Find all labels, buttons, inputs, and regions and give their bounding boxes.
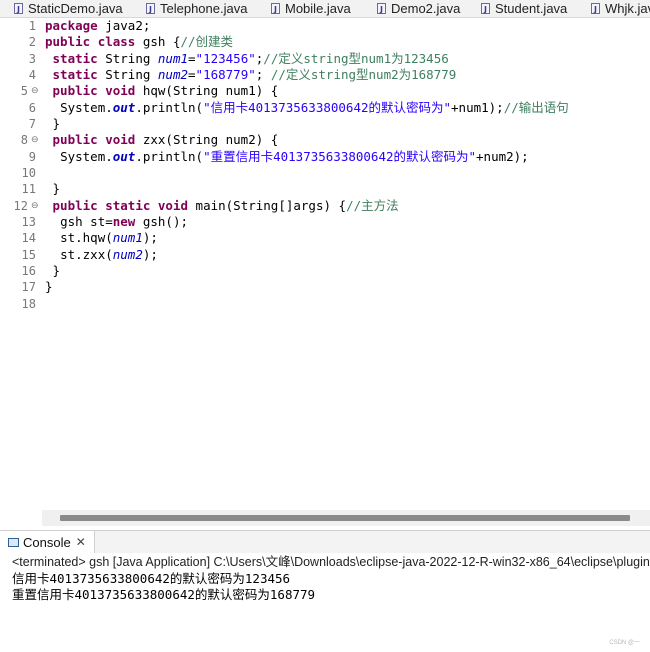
code-line: }	[52, 181, 61, 196]
line-number: 4	[28, 68, 36, 82]
code-line: public void hqw(String num1) {	[52, 83, 279, 98]
fold-collapse-icon[interactable]: ⊖	[31, 83, 39, 99]
console-panel-header: Console ✕	[0, 530, 650, 554]
editor-tab-bar: J StaticDemo.java J Telephone.java J Mobile…	[0, 0, 650, 18]
code-text-area[interactable]: package java2; public class gsh {//创建类 s…	[45, 18, 650, 526]
console-output-line: 重置信用卡4013735633800642的默认密码为168779	[12, 587, 316, 602]
fold-collapse-icon[interactable]: ⊖	[31, 132, 39, 148]
tab-student[interactable]: J Student.java	[481, 0, 567, 17]
tab-telephone[interactable]: J Telephone.java	[146, 0, 247, 17]
code-line: public static void main(String[]args) {/…	[52, 198, 399, 213]
line-number-gutter: 1 2 3 4 5 ⊖ 6 7 8 ⊖ 9 10 11 12 ⊖ 13 14 1…	[0, 18, 42, 526]
code-line: gsh st=new gsh();	[60, 214, 189, 229]
fold-collapse-icon[interactable]: ⊖	[31, 198, 39, 214]
java-file-icon: J	[591, 3, 600, 14]
tab-console[interactable]: Console ✕	[0, 531, 95, 553]
line-number: 17	[21, 280, 36, 294]
line-number: 11	[21, 182, 36, 196]
java-file-icon: J	[377, 3, 386, 14]
line-number: 18	[21, 297, 36, 311]
console-output[interactable]: <terminated> gsh [Java Application] C:\U…	[0, 553, 650, 652]
code-line: System.out.println("重置信用卡401373563380064…	[60, 149, 529, 164]
line-number: 15	[21, 248, 36, 262]
java-file-icon: J	[481, 3, 490, 14]
code-editor[interactable]: 1 2 3 4 5 ⊖ 6 7 8 ⊖ 9 10 11 12 ⊖ 13 14 1…	[0, 18, 650, 526]
tab-mobile[interactable]: J Mobile.java	[271, 0, 351, 17]
close-icon[interactable]: ✕	[76, 535, 86, 549]
line-number: 8	[20, 133, 28, 147]
code-line: static String num2="168779"; //定义string型…	[52, 67, 457, 82]
line-number: 10	[21, 166, 36, 180]
tab-staticdemo[interactable]: J StaticDemo.java	[14, 0, 123, 17]
code-line: }	[52, 263, 61, 278]
terminated-status: <terminated> gsh [Java Application] C:\U…	[12, 555, 650, 569]
code-line: st.zxx(num2);	[60, 247, 158, 262]
java-file-icon: J	[271, 3, 280, 14]
line-number: 16	[21, 264, 36, 278]
java-file-icon: J	[146, 3, 155, 14]
code-line: }	[45, 279, 53, 294]
code-line: System.out.println("信用卡4013735633800642的…	[60, 100, 569, 115]
watermark: CSDN @一	[609, 640, 640, 646]
code-line: st.hqw(num1);	[60, 230, 158, 245]
code-line: }	[52, 116, 61, 131]
tab-demo2[interactable]: J Demo2.java	[377, 0, 460, 17]
code-line: static String num1="123456";//定义string型n…	[52, 51, 449, 66]
console-output-line: 信用卡4013735633800642的默认密码为123456	[12, 571, 291, 586]
code-line: package java2;	[45, 18, 151, 33]
console-icon	[8, 537, 19, 547]
code-line: public void zxx(String num2) {	[52, 132, 279, 147]
line-number: 6	[28, 101, 36, 115]
horizontal-scrollbar-thumb[interactable]	[60, 515, 630, 521]
java-file-icon: J	[14, 3, 23, 14]
line-number: 12	[13, 199, 28, 213]
line-number: 2	[28, 35, 36, 49]
tab-whjk[interactable]: JWhjk.java	[591, 0, 650, 17]
line-number: 9	[28, 150, 36, 164]
line-number: 13	[21, 215, 36, 229]
line-number: 3	[28, 52, 36, 66]
code-line: public class gsh {//创建类	[45, 34, 234, 49]
line-number: 1	[28, 19, 36, 33]
line-number: 5	[20, 84, 28, 98]
line-number: 14	[21, 231, 36, 245]
line-number: 7	[28, 117, 36, 131]
